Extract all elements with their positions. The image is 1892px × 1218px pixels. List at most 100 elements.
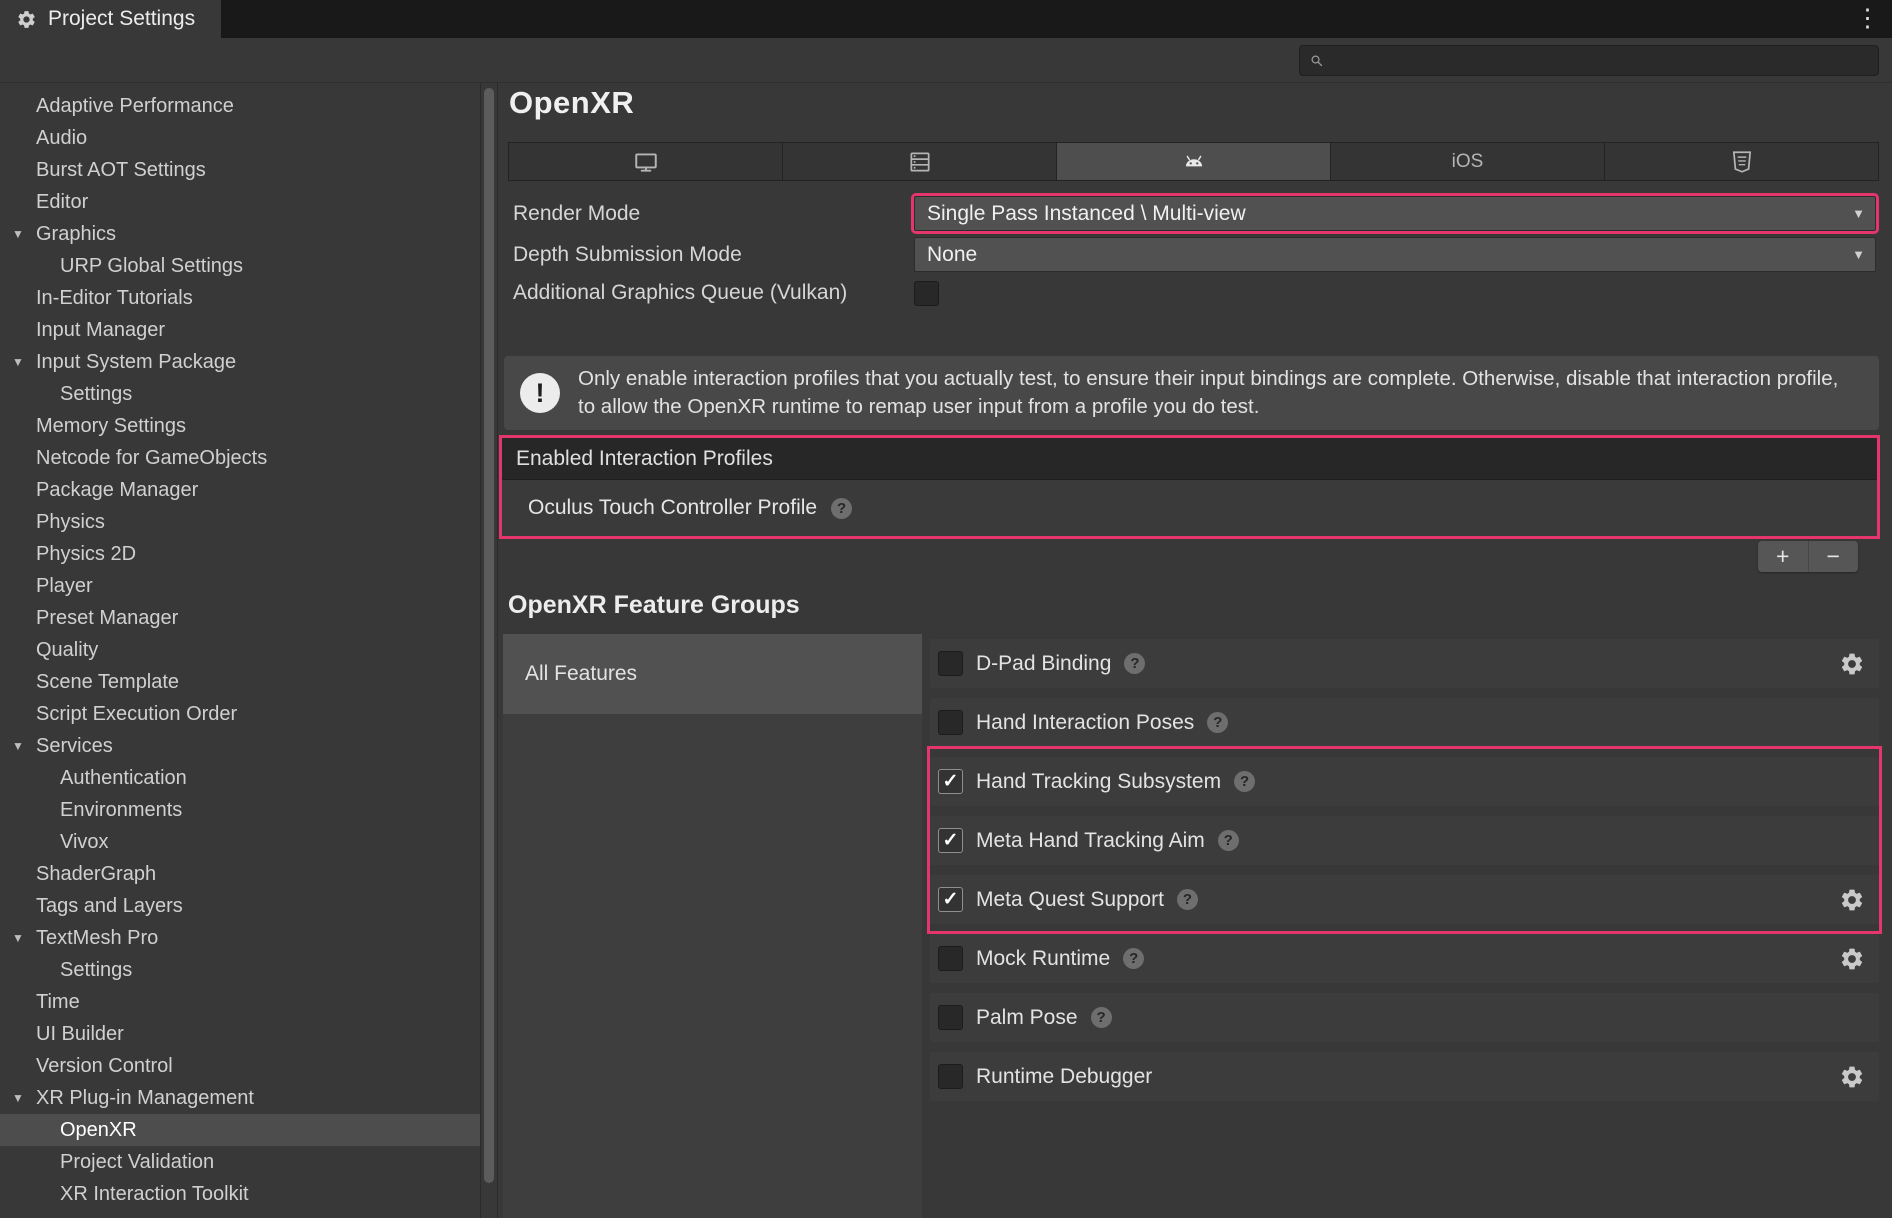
sidebar-item-label: Memory Settings [36, 415, 186, 438]
sidebar-item[interactable]: ▼ Editor [0, 186, 480, 218]
sidebar-item[interactable]: ▼ Preset Manager [0, 602, 480, 634]
sidebar-item[interactable]: ▼ Vivox [0, 826, 480, 858]
sidebar-item[interactable]: ▼ Services [0, 730, 480, 762]
sidebar-item[interactable]: ▼ Physics 2D [0, 538, 480, 570]
feature-list: ✓ D-Pad Binding ? ✓ Hand Interaction Pos… [930, 634, 1879, 1218]
sidebar-item-label: Burst AOT Settings [36, 159, 206, 182]
gear-icon[interactable] [1839, 651, 1865, 677]
sidebar-item[interactable]: ▼ Audio [0, 122, 480, 154]
sidebar-item[interactable]: ▼ Burst AOT Settings [0, 154, 480, 186]
sidebar-item[interactable]: ▼ Graphics [0, 218, 480, 250]
warning-icon: ! [520, 373, 560, 413]
gear-icon[interactable] [1839, 887, 1865, 913]
sidebar-item[interactable]: ▼ Adaptive Performance [0, 90, 480, 122]
feature-checkbox[interactable]: ✓ [938, 1064, 963, 1089]
render-mode-dropdown[interactable]: Single Pass Instanced \ Multi-view ▼ [914, 196, 1876, 231]
sidebar-item[interactable]: ▼ TextMesh Pro [0, 922, 480, 954]
sidebar-item[interactable]: ▼ Time [0, 986, 480, 1018]
ios-tab-label: iOS [1452, 151, 1484, 173]
android-icon [1181, 149, 1207, 175]
profile-row[interactable]: Oculus Touch Controller Profile ? [502, 480, 1877, 536]
sidebar-scrollbar[interactable] [480, 83, 498, 1218]
feature-checkbox[interactable]: ✓ [938, 1005, 963, 1030]
sidebar-item[interactable]: ▼ Quality [0, 634, 480, 666]
tab-desktop[interactable] [509, 143, 783, 180]
feature-group-label: All Features [525, 662, 637, 686]
help-icon[interactable]: ? [1123, 948, 1144, 969]
sidebar-item[interactable]: ▼ Version Control [0, 1050, 480, 1082]
feature-group-item[interactable]: All Features [503, 634, 922, 714]
sidebar-item-label: Environments [60, 799, 182, 822]
sidebar-item[interactable]: ▼ Authentication [0, 762, 480, 794]
sidebar-item-label: Scene Template [36, 671, 179, 694]
tab-android[interactable] [1057, 143, 1331, 180]
feature-checkbox[interactable]: ✓ [938, 828, 963, 853]
project-settings-tab[interactable]: Project Settings [0, 0, 221, 38]
tab-dedicated-server[interactable] [783, 143, 1057, 180]
tab-webgl[interactable] [1605, 143, 1878, 180]
help-icon[interactable]: ? [831, 498, 852, 519]
help-icon[interactable]: ? [1218, 830, 1239, 851]
sidebar-item[interactable]: ▼ Settings [0, 378, 480, 410]
feature-checkbox[interactable]: ✓ [938, 769, 963, 794]
tab-ios[interactable]: iOS [1331, 143, 1605, 180]
profile-add-remove-toolbar: + − [1758, 541, 1858, 572]
sidebar-item[interactable]: ▼ Project Validation [0, 1146, 480, 1178]
help-icon[interactable]: ? [1234, 771, 1255, 792]
help-icon[interactable]: ? [1091, 1007, 1112, 1028]
foldout-triangle-icon[interactable]: ▼ [12, 739, 36, 753]
settings-category-sidebar: ▼ Adaptive Performance ▼ Audio ▼ Burst A… [0, 83, 480, 1218]
feature-checkbox[interactable]: ✓ [938, 651, 963, 676]
sidebar-item[interactable]: ▼ Input System Package [0, 346, 480, 378]
sidebar-item[interactable]: ▼ URP Global Settings [0, 250, 480, 282]
sidebar-item[interactable]: ▼ In-Editor Tutorials [0, 282, 480, 314]
project-settings-window: Project Settings ⋮ ▼ Adaptive Performanc… [0, 0, 1892, 1218]
search-input[interactable] [1331, 50, 1869, 71]
feature-checkbox[interactable]: ✓ [938, 946, 963, 971]
foldout-triangle-icon[interactable]: ▼ [12, 931, 36, 945]
help-icon[interactable]: ? [1124, 653, 1145, 674]
sidebar-item-label: Version Control [36, 1055, 173, 1078]
sidebar-item[interactable]: ▼ Input Manager [0, 314, 480, 346]
sidebar-item[interactable]: ▼ XR Interaction Toolkit [0, 1178, 480, 1210]
search-box[interactable] [1299, 45, 1879, 76]
sidebar-item[interactable]: ▼ Scene Template [0, 666, 480, 698]
sidebar-item[interactable]: ▼ Script Execution Order [0, 698, 480, 730]
sidebar-item[interactable]: ▼ Memory Settings [0, 410, 480, 442]
sidebar-item-label: Tags and Layers [36, 895, 183, 918]
scrollbar-thumb[interactable] [484, 88, 494, 1183]
sidebar-item[interactable]: ▼ Tags and Layers [0, 890, 480, 922]
feature-row: ✓ Runtime Debugger ? [930, 1047, 1879, 1106]
sidebar-item[interactable]: ▼ Package Manager [0, 474, 480, 506]
foldout-triangle-icon[interactable]: ▼ [12, 227, 36, 241]
foldout-triangle-icon[interactable]: ▼ [12, 355, 36, 369]
sidebar-item[interactable]: ▼ UI Builder [0, 1018, 480, 1050]
sidebar-item-label: OpenXR [60, 1119, 137, 1142]
sidebar-item[interactable]: ▼ OpenXR [0, 1114, 480, 1146]
add-profile-button[interactable]: + [1758, 541, 1809, 572]
sidebar-item[interactable]: ▼ Physics [0, 506, 480, 538]
graphics-queue-checkbox[interactable]: ✓ [914, 281, 939, 306]
feature-checkbox[interactable]: ✓ [938, 887, 963, 912]
sidebar-item[interactable]: ▼ Environments [0, 794, 480, 826]
feature-row: ✓ D-Pad Binding ? [930, 634, 1879, 693]
help-icon[interactable]: ? [1207, 712, 1228, 733]
gear-icon[interactable] [1839, 1064, 1865, 1090]
gear-icon[interactable] [1839, 946, 1865, 972]
feature-row: ✓ Hand Interaction Poses ? [930, 693, 1879, 752]
depth-submission-dropdown[interactable]: None ▼ [914, 237, 1876, 272]
sidebar-item[interactable]: ▼ Netcode for GameObjects [0, 442, 480, 474]
sidebar-item[interactable]: ▼ XR Plug-in Management [0, 1082, 480, 1114]
help-icon[interactable]: ? [1177, 889, 1198, 910]
foldout-triangle-icon[interactable]: ▼ [12, 1091, 36, 1105]
remove-profile-button[interactable]: − [1809, 541, 1859, 572]
kebab-menu-icon[interactable]: ⋮ [1855, 3, 1880, 33]
sidebar-item-label: Script Execution Order [36, 703, 237, 726]
sidebar-item-label: ShaderGraph [36, 863, 156, 886]
sidebar-item[interactable]: ▼ Player [0, 570, 480, 602]
sidebar-item[interactable]: ▼ Settings [0, 954, 480, 986]
sidebar-item-label: XR Interaction Toolkit [60, 1183, 249, 1206]
window-titlebar: Project Settings ⋮ [0, 0, 1892, 38]
sidebar-item[interactable]: ▼ ShaderGraph [0, 858, 480, 890]
feature-checkbox[interactable]: ✓ [938, 710, 963, 735]
